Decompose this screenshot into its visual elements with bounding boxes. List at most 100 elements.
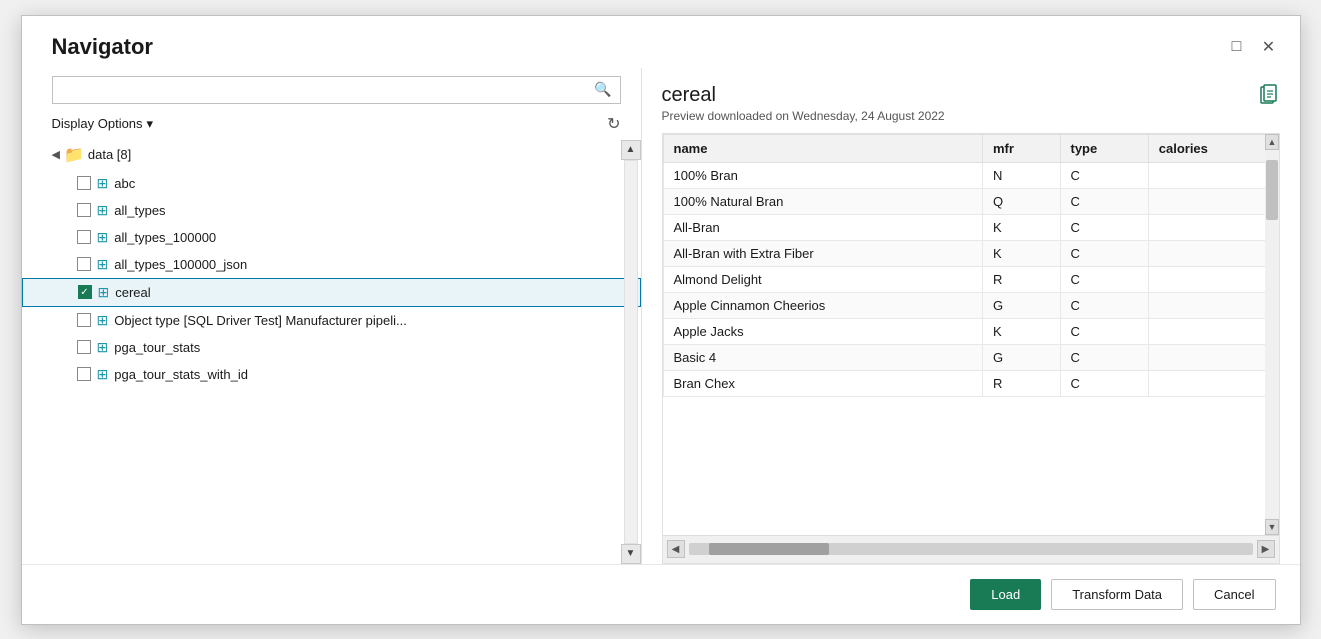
item-checkbox-pga-tour-id[interactable] (77, 367, 91, 381)
table-cell: Basic 4 (663, 344, 982, 370)
tree-scroll-track (624, 160, 638, 544)
table-cell: R (982, 370, 1060, 396)
left-panel: 🔍 Display Options ▾ ↻ ◀ � (22, 68, 642, 564)
list-item[interactable]: ⊞ all_types_100000 (22, 224, 641, 251)
table-row: Bran ChexRC (663, 370, 1278, 396)
search-input[interactable] (61, 82, 595, 97)
table-cell: C (1060, 214, 1148, 240)
table-cell: C (1060, 240, 1148, 266)
navigator-dialog: Navigator □ ✕ 🔍 Display Options ▾ (21, 15, 1301, 625)
load-button[interactable]: Load (970, 579, 1041, 610)
item-checkbox-all-types[interactable] (77, 203, 91, 217)
table-cell (1148, 214, 1278, 240)
table-cell: C (1060, 188, 1148, 214)
dialog-title: Navigator (52, 34, 153, 60)
right-panel: cereal Preview downloaded on Wednesday, … (642, 68, 1300, 564)
refresh-button[interactable]: ↻ (607, 114, 620, 134)
table-cell: G (982, 292, 1060, 318)
table-cell (1148, 162, 1278, 188)
table-cell: C (1060, 162, 1148, 188)
table-icon: ⊞ (97, 339, 109, 356)
item-label-object-type: Object type [SQL Driver Test] Manufactur… (114, 313, 407, 328)
vscroll-track (1265, 150, 1279, 519)
list-item[interactable]: ⊞ all_types (22, 197, 641, 224)
export-icon (1258, 90, 1280, 110)
table-cell: 100% Bran (663, 162, 982, 188)
table-cell: Q (982, 188, 1060, 214)
col-header-mfr: mfr (982, 134, 1060, 162)
hscroll-thumb (709, 543, 829, 555)
table-cell: K (982, 240, 1060, 266)
list-item[interactable]: ⊞ pga_tour_stats (22, 334, 641, 361)
list-item[interactable]: ⊞ all_types_100000_json (22, 251, 641, 278)
list-item-cereal[interactable]: ⊞ cereal (22, 278, 641, 307)
vscroll-down-button[interactable]: ▼ (1265, 519, 1279, 535)
table-cell: All-Bran (663, 214, 982, 240)
col-header-calories: calories (1148, 134, 1278, 162)
item-label-abc: abc (114, 176, 135, 191)
table-icon: ⊞ (97, 366, 109, 383)
item-checkbox-abc[interactable] (77, 176, 91, 190)
tree-scroll-up-button[interactable]: ▲ (621, 140, 641, 160)
list-item[interactable]: ⊞ pga_tour_stats_with_id (22, 361, 641, 388)
search-row: 🔍 (22, 68, 641, 110)
display-options-button[interactable]: Display Options ▾ (52, 116, 154, 132)
table-row: Basic 4GC (663, 344, 1278, 370)
table-row: 100% BranNC (663, 162, 1278, 188)
table-cell: C (1060, 318, 1148, 344)
folder-row[interactable]: ◀ 📁 data [8] (22, 140, 641, 170)
tree-scroll-down-button[interactable]: ▼ (621, 544, 641, 564)
search-box: 🔍 (52, 76, 621, 104)
table-icon: ⊞ (97, 256, 109, 273)
table-cell: All-Bran with Extra Fiber (663, 240, 982, 266)
table-cell: Bran Chex (663, 370, 982, 396)
vscroll-up-button[interactable]: ▲ (1265, 134, 1279, 150)
maximize-button[interactable]: □ (1226, 36, 1248, 58)
table-grid-wrapper: name mfr type calories 100% BranNC100% N… (663, 134, 1279, 563)
table-cell: C (1060, 370, 1148, 396)
item-checkbox-cereal[interactable] (78, 285, 92, 299)
item-label-all-types-100000: all_types_100000 (114, 230, 216, 245)
table-cell: C (1060, 292, 1148, 318)
table-cell (1148, 370, 1278, 396)
vscroll-bar: ▲ ▼ (1265, 134, 1279, 535)
table-hscroll: ◀ ▶ (663, 535, 1279, 563)
transform-data-button[interactable]: Transform Data (1051, 579, 1183, 610)
main-content: 🔍 Display Options ▾ ↻ ◀ � (22, 68, 1300, 564)
vscroll-thumb (1266, 160, 1278, 220)
table-icon: ⊞ (98, 284, 110, 301)
preview-export-button[interactable] (1258, 84, 1280, 111)
table-scroll-body[interactable]: name mfr type calories 100% BranNC100% N… (663, 134, 1279, 535)
table-icon: ⊞ (97, 229, 109, 246)
table-cell: Almond Delight (663, 266, 982, 292)
item-checkbox-all-types-100000[interactable] (77, 230, 91, 244)
table-row: Apple JacksKC (663, 318, 1278, 344)
table-row: Almond DelightRC (663, 266, 1278, 292)
table-cell: N (982, 162, 1060, 188)
table-cell: Apple Jacks (663, 318, 982, 344)
item-checkbox-pga-tour[interactable] (77, 340, 91, 354)
folder-icon: 📁 (64, 145, 84, 165)
search-icon: 🔍 (594, 81, 611, 98)
tree-wrapper: ◀ 📁 data [8] ⊞ abc ⊞ all_types (22, 140, 641, 564)
hscroll-left-button[interactable]: ◀ (667, 540, 685, 558)
table-row: Apple Cinnamon CheeriosGC (663, 292, 1278, 318)
table-icon: ⊞ (97, 175, 109, 192)
title-bar: Navigator □ ✕ (22, 16, 1300, 68)
col-header-name: name (663, 134, 982, 162)
item-label-all-types: all_types (114, 203, 165, 218)
close-button[interactable]: ✕ (1258, 36, 1280, 58)
item-checkbox-all-types-json[interactable] (77, 257, 91, 271)
tree-scrollbar: ▲ ▼ (621, 140, 641, 564)
list-item[interactable]: ⊞ Object type [SQL Driver Test] Manufact… (22, 307, 641, 334)
data-table-container: name mfr type calories 100% BranNC100% N… (662, 133, 1280, 564)
preview-header-text: cereal Preview downloaded on Wednesday, … (662, 84, 945, 123)
table-cell (1148, 266, 1278, 292)
cancel-button[interactable]: Cancel (1193, 579, 1275, 610)
hscroll-right-button[interactable]: ▶ (1257, 540, 1275, 558)
table-cell: G (982, 344, 1060, 370)
chevron-down-icon: ▾ (147, 116, 154, 132)
list-item[interactable]: ⊞ abc (22, 170, 641, 197)
item-checkbox-object-type[interactable] (77, 313, 91, 327)
display-options-row: Display Options ▾ ↻ (22, 110, 641, 140)
